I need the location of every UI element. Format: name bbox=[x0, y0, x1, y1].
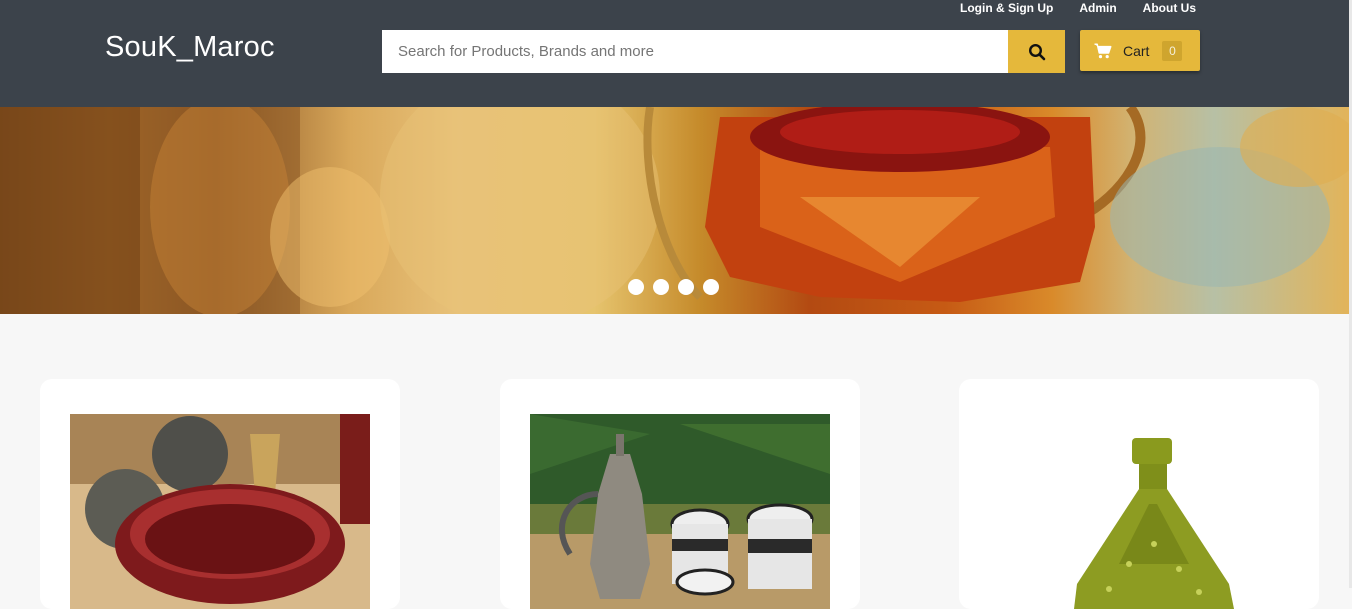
hero-carousel[interactable] bbox=[0, 107, 1349, 314]
carousel-dot[interactable] bbox=[678, 279, 694, 295]
product-image[interactable] bbox=[989, 414, 1289, 609]
product-card[interactable] bbox=[959, 379, 1319, 609]
login-signup-link[interactable]: Login & Sign Up bbox=[960, 1, 1053, 15]
product-image[interactable] bbox=[70, 414, 370, 609]
cart-button[interactable]: Cart 0 bbox=[1080, 30, 1200, 71]
cart-icon bbox=[1094, 43, 1112, 59]
product-card[interactable] bbox=[40, 379, 400, 609]
carousel-dot[interactable] bbox=[703, 279, 719, 295]
about-us-link[interactable]: About Us bbox=[1143, 1, 1196, 15]
site-logo[interactable]: SouK_Maroc bbox=[105, 31, 275, 63]
search-icon bbox=[1028, 43, 1045, 60]
search-button[interactable] bbox=[1008, 30, 1065, 73]
top-navbar: Login & Sign Up Admin About Us SouK_Maro… bbox=[0, 0, 1349, 107]
search-bar bbox=[382, 30, 1065, 73]
carousel-dot[interactable] bbox=[628, 279, 644, 295]
admin-link[interactable]: Admin bbox=[1079, 1, 1116, 15]
carousel-dot[interactable] bbox=[653, 279, 669, 295]
cart-count-badge: 0 bbox=[1162, 40, 1183, 61]
carousel-dots bbox=[628, 279, 719, 295]
cart-label: Cart bbox=[1123, 42, 1150, 59]
search-input[interactable] bbox=[382, 30, 1008, 73]
top-links: Login & Sign Up Admin About Us bbox=[960, 1, 1196, 15]
product-image[interactable] bbox=[530, 414, 830, 609]
product-card[interactable] bbox=[500, 379, 860, 609]
